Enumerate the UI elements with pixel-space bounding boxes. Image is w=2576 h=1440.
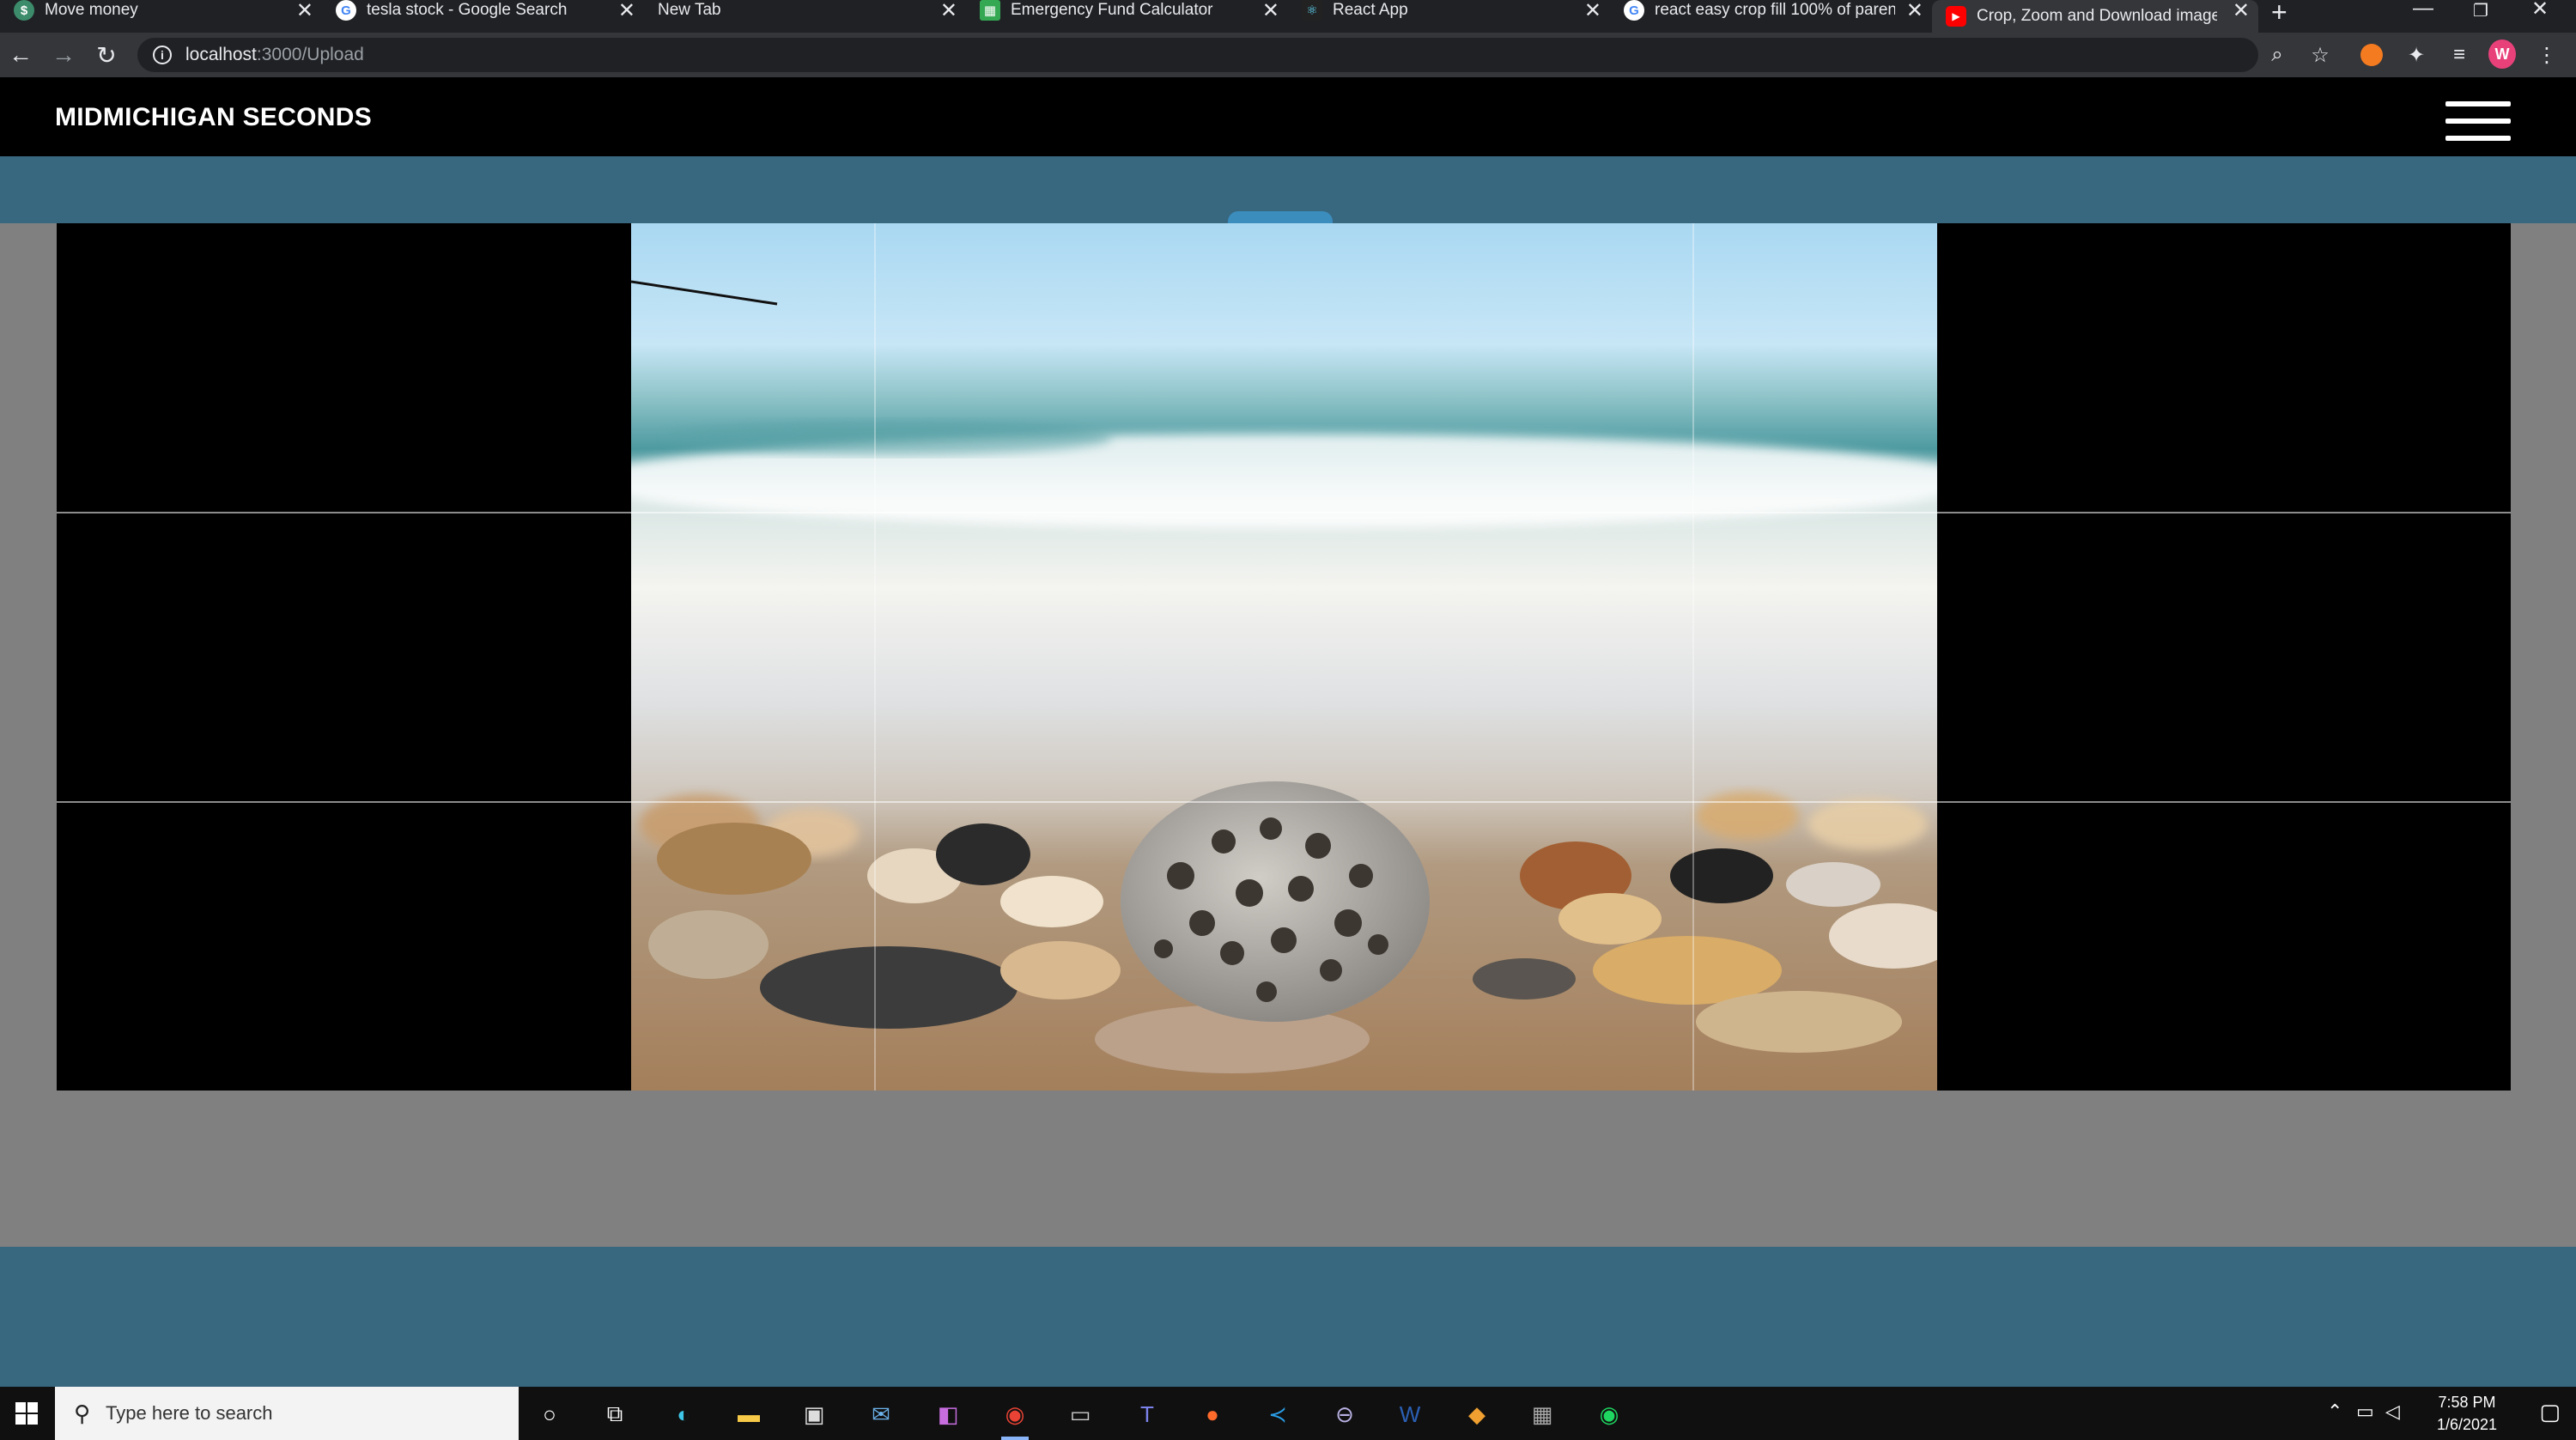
tab-title: tesla stock - Google Search [367, 1, 568, 19]
clock-time[interactable]: 7:58 PM [2420, 1394, 2514, 1412]
task-view-icon[interactable]: ⧉ [598, 1397, 632, 1431]
browser-tab[interactable]: G react easy crop fill 100% of parent ✕ [1610, 0, 1932, 23]
address-bar[interactable]: i localhost:3000/Upload [137, 38, 2258, 72]
tab-title: Move money [45, 1, 138, 19]
tab-title: Crop, Zoom and Download images [1977, 7, 2217, 25]
close-icon[interactable]: ✕ [1906, 0, 1923, 23]
url-path: :3000/Upload [256, 45, 364, 64]
calculator-icon[interactable]: ▦ [1525, 1397, 1559, 1431]
terminal-icon[interactable]: ▭ [1063, 1397, 1097, 1431]
crop-grid-line [1692, 223, 1694, 1091]
close-icon[interactable]: ✕ [1262, 0, 1279, 23]
photos-icon[interactable]: ◧ [931, 1397, 965, 1431]
store-icon[interactable]: ▣ [797, 1397, 831, 1431]
react-favicon-icon: ⚛ [1302, 0, 1322, 21]
tab-title: React App [1333, 1, 1408, 19]
tab-title: Emergency Fund Calculator [1011, 1, 1213, 19]
minimize-icon[interactable]: — [2413, 0, 2433, 21]
mail-icon[interactable]: ✉ [864, 1397, 898, 1431]
extensions-puzzle-icon[interactable]: ✦ [2403, 41, 2430, 69]
crop-grid-line [57, 512, 2511, 513]
sheets-favicon-icon: ▦ [980, 0, 1000, 21]
site-navbar: MIDMICHIGAN SECONDS [0, 77, 2576, 156]
site-brand[interactable]: MIDMICHIGAN SECONDS [55, 103, 372, 132]
taskbar-search[interactable]: ⚲ Type here to search [55, 1387, 519, 1440]
eclipse-icon[interactable]: ⊖ [1327, 1397, 1362, 1431]
bottom-band [0, 1247, 2576, 1387]
youtube-favicon-icon: ▶ [1946, 6, 1966, 27]
system-tray: ⌃ ▭ ◁ 7:58 PM 1/6/2021 ▢ [2318, 1387, 2576, 1440]
close-icon[interactable]: ✕ [940, 0, 957, 23]
crop-grid-line [874, 223, 876, 1091]
browser-tab[interactable]: ▦ Emergency Fund Calculator ✕ [966, 0, 1288, 23]
browser-tab-active[interactable]: ▶ Crop, Zoom and Download images ✕ [1932, 0, 2258, 33]
clock-date[interactable]: 1/6/2021 [2420, 1416, 2514, 1434]
taskbar-search-placeholder: Type here to search [106, 1402, 273, 1424]
edge-icon[interactable]: ◐ [666, 1397, 701, 1431]
tab-title: react easy crop fill 100% of parent [1655, 1, 1895, 19]
chevron-up-icon[interactable]: ⌃ [2327, 1401, 2342, 1423]
new-tab-icon[interactable]: + [2271, 0, 2287, 28]
browser-tab-strip: $ Move money ✕ G tesla stock - Google Se… [0, 0, 2576, 33]
web-page: MIDMICHIGAN SECONDS [0, 77, 2576, 1387]
bookmark-star-icon[interactable]: ☆ [2306, 41, 2334, 69]
close-icon[interactable]: ✕ [1584, 0, 1601, 23]
bank-favicon-icon: $ [14, 0, 34, 21]
notifications-icon[interactable]: ▢ [2539, 1399, 2561, 1425]
hamburger-menu-icon[interactable] [2445, 101, 2511, 141]
git-icon[interactable]: ◆ [1460, 1397, 1494, 1431]
extension-icon[interactable] [2358, 41, 2385, 69]
image-cropper[interactable] [57, 223, 2511, 1091]
site-info-icon[interactable]: i [153, 46, 172, 64]
browser-tab[interactable]: G tesla stock - Google Search ✕ [322, 0, 644, 23]
google-favicon-icon: G [1624, 0, 1644, 21]
google-favicon-icon: G [336, 0, 356, 21]
close-icon[interactable]: ✕ [2233, 0, 2250, 23]
volume-icon[interactable]: ◁ [2385, 1401, 2400, 1423]
browser-toolbar: ← → ↻ i localhost:3000/Upload ⌕ ☆ ✦ ≡ W … [0, 33, 2576, 77]
network-icon[interactable]: ▭ [2356, 1401, 2374, 1423]
restore-icon[interactable]: ❐ [2473, 0, 2488, 21]
windows-start-icon[interactable] [0, 1387, 53, 1440]
teams-icon[interactable]: T [1130, 1397, 1164, 1431]
url-host: localhost [185, 45, 257, 64]
chrome-icon[interactable]: ◉ [998, 1397, 1032, 1440]
tab-title: New Tab [658, 1, 721, 19]
crop-grid-line [57, 801, 2511, 803]
profile-avatar[interactable]: W [2488, 39, 2516, 69]
spotify-icon[interactable]: ◉ [1592, 1397, 1626, 1431]
cortana-icon[interactable]: ○ [532, 1397, 567, 1431]
media-queue-icon[interactable]: ≡ [2445, 41, 2473, 69]
zoom-search-icon[interactable]: ⌕ [2263, 41, 2291, 69]
vscode-icon[interactable]: ≺ [1261, 1397, 1295, 1431]
browser-tab[interactable]: New Tab ✕ [644, 0, 966, 23]
browser-menu-icon[interactable]: ⋮ [2533, 41, 2561, 69]
window-close-icon[interactable]: ✕ [2531, 0, 2549, 21]
beach-stone-photo [631, 223, 1937, 1091]
windows-taskbar: ⚲ Type here to search ○ ⧉ ◐ ▬ ▣ ✉ ◧ ◉ ▭ … [0, 1387, 2576, 1440]
word-icon[interactable]: W [1393, 1397, 1427, 1431]
browser-tab[interactable]: ⚛ React App ✕ [1288, 0, 1610, 23]
close-icon[interactable]: ✕ [618, 0, 635, 23]
browser-tab[interactable]: $ Move money ✕ [0, 0, 322, 23]
file-explorer-icon[interactable]: ▬ [732, 1397, 766, 1431]
url-text[interactable]: localhost:3000/Upload [185, 45, 364, 65]
origin-icon[interactable]: ● [1195, 1397, 1230, 1431]
reload-icon[interactable]: ↻ [91, 39, 122, 70]
close-icon[interactable]: ✕ [296, 0, 313, 23]
back-arrow-icon[interactable]: ← [5, 39, 36, 70]
forward-arrow-icon[interactable]: → [48, 39, 79, 70]
search-icon: ⚲ [74, 1400, 91, 1426]
